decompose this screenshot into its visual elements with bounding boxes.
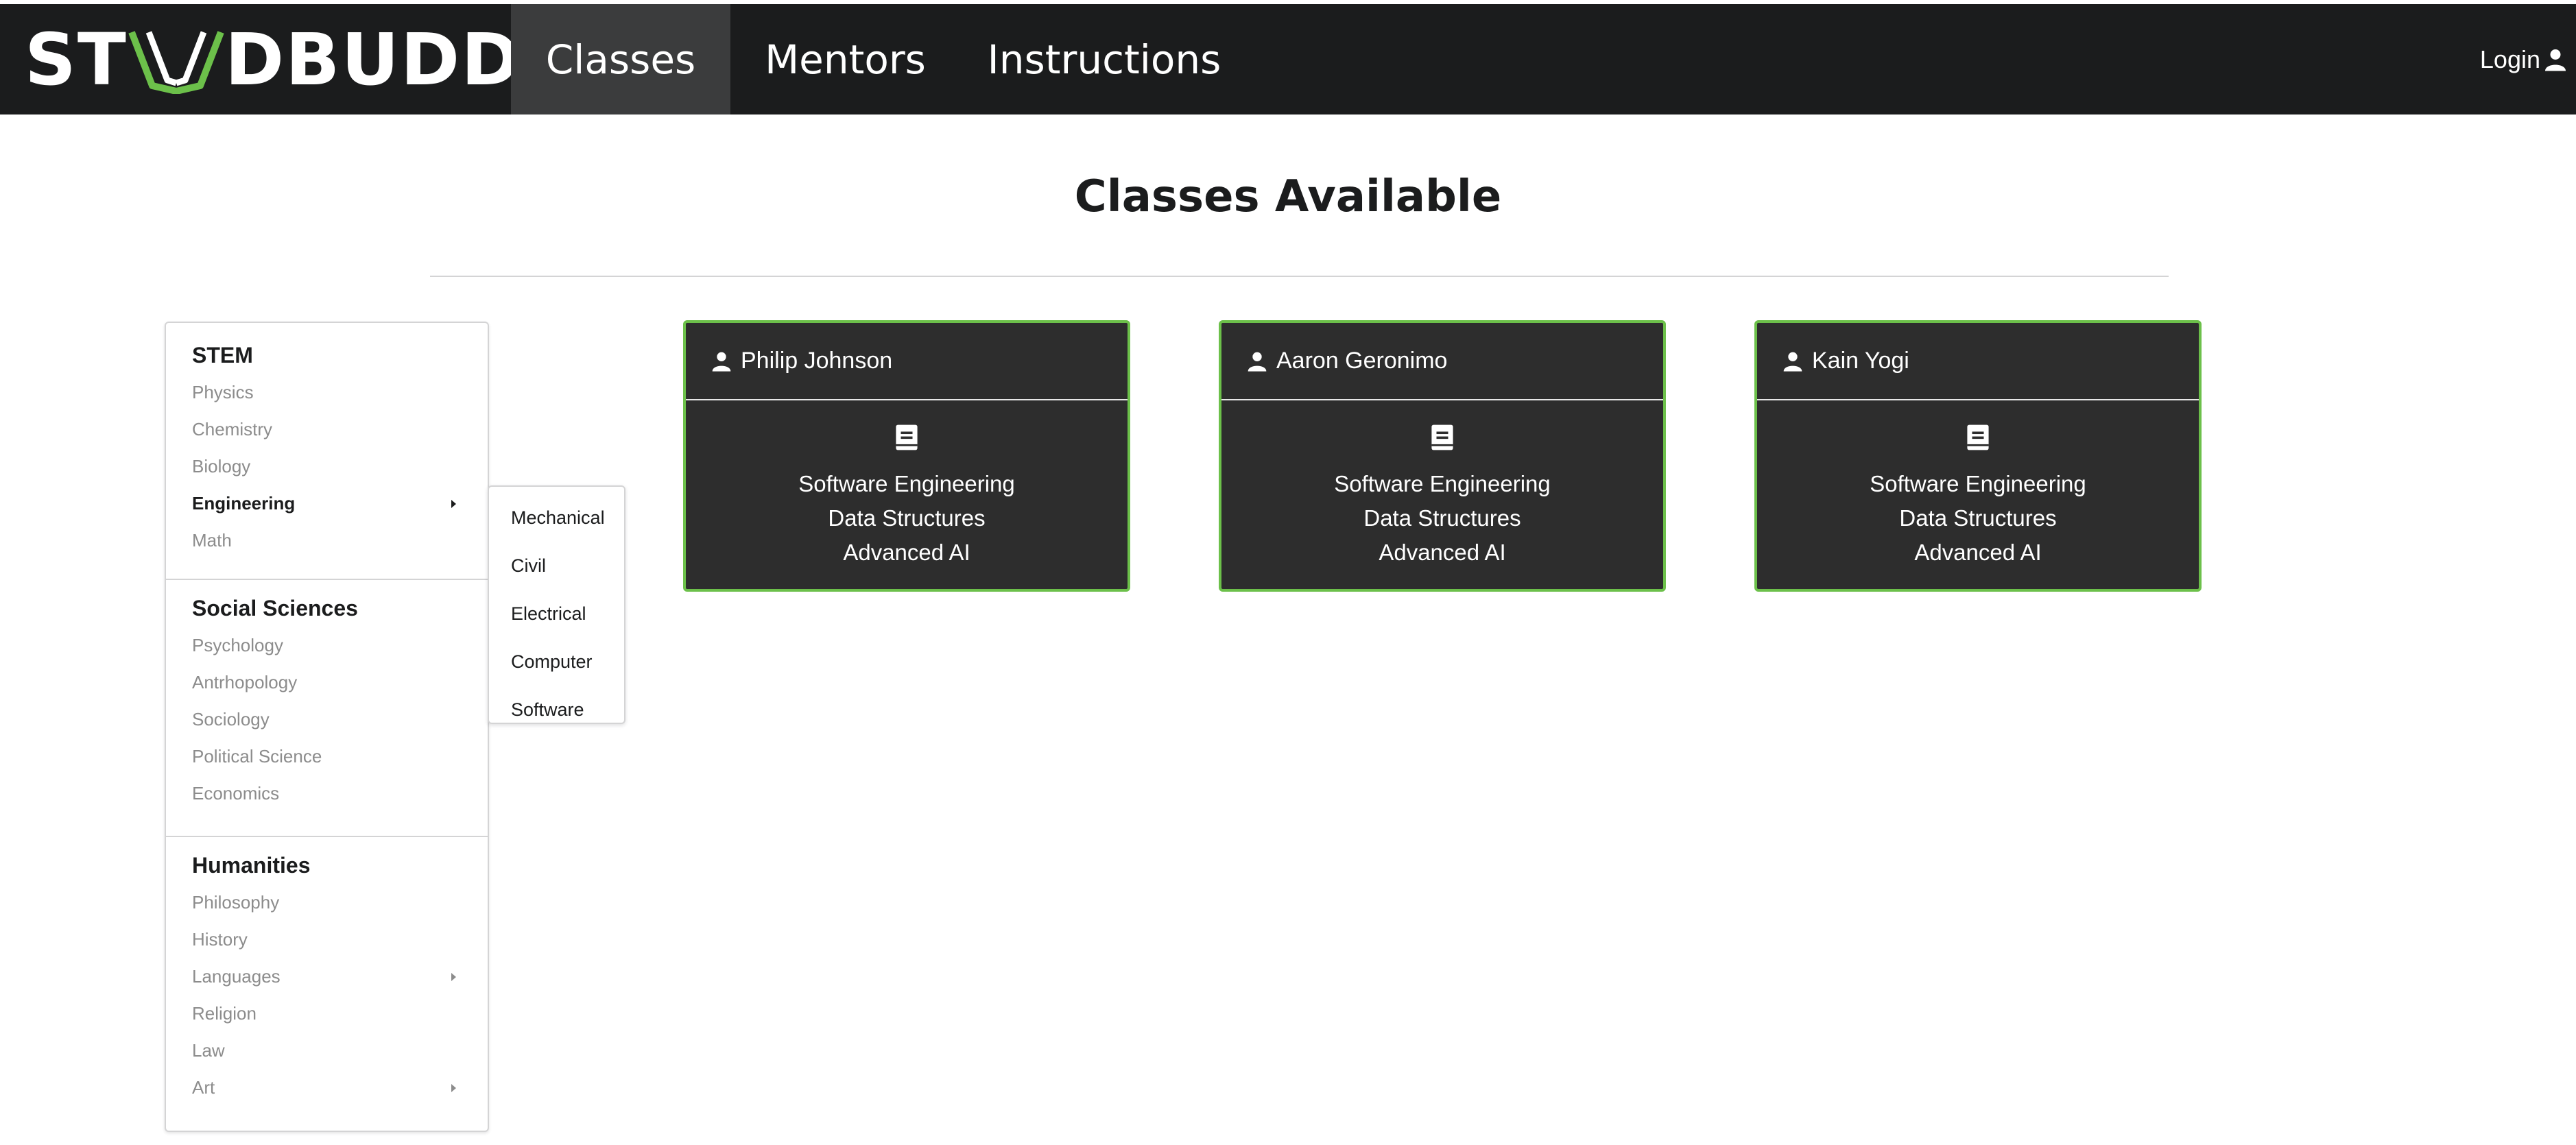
nav-mentors[interactable]: Mentors [737,4,953,114]
sidebar-item-art[interactable]: Art [192,1069,488,1106]
sidebar-item-law[interactable]: Law [192,1032,488,1069]
sidebar-header: STEM [192,343,253,367]
sidebar-item-label: Art [192,1077,215,1098]
course-list: Software Engineering Data Structures Adv… [686,467,1128,570]
submenu-item-mechanical[interactable]: Mechanical [489,494,624,542]
mentor-name: Aaron Geronimo [1276,348,1448,374]
mentor-card[interactable]: Kain Yogi Software Engineering Data Stru… [1754,320,2202,592]
card-body: Software Engineering Data Structures Adv… [1757,400,2199,570]
sidebar-section-stem: STEM Physics Chemistry Biology Engineeri… [166,337,488,559]
sidebar-item-label: Languages [192,966,281,987]
card-header: Kain Yogi [1757,323,2199,400]
book-icon [1431,424,1453,450]
submenu-item-electrical[interactable]: Electrical [489,590,624,638]
mentor-name: Philip Johnson [741,348,893,374]
course-item: Advanced AI [1914,540,2042,565]
course-list: Software Engineering Data Structures Adv… [1221,467,1663,570]
sidebar-item-languages[interactable]: Languages [192,958,488,995]
user-icon [1248,352,1267,372]
page-title: Classes Available [1074,171,1502,222]
submenu-item-software[interactable]: Software [489,686,624,734]
sidebar-item-psychology[interactable]: Psychology [192,627,488,664]
login-label: Login [2479,45,2540,73]
sidebar-item-economics[interactable]: Economics [192,775,488,812]
sidebar-item-label: Engineering [192,493,296,514]
caret-right-icon [451,1084,456,1092]
sidebar-section-humanities: Humanities Philosophy History Languages … [166,836,488,1106]
logo-text-left: ST [25,17,128,101]
sidebar-item-chemistry[interactable]: Chemistry [192,411,488,448]
user-icon [1783,352,1802,372]
course-item: Advanced AI [1379,540,1506,565]
category-sidebar: STEM Physics Chemistry Biology Engineeri… [165,322,489,1132]
logo-text-right: DBUDD [224,17,522,101]
card-header: Philip Johnson [686,323,1128,400]
sidebar-item-anthropology[interactable]: Antrhopology [192,664,488,701]
sidebar-item-political-science[interactable]: Political Science [192,738,488,775]
submenu-item-computer[interactable]: Computer [489,638,624,686]
nav-classes[interactable]: Classes [511,4,730,114]
sidebar-item-physics[interactable]: Physics [192,374,488,411]
mentor-card[interactable]: Philip Johnson Software Engineering Data… [683,320,1130,592]
login-button[interactable]: Login [2480,4,2568,114]
mentor-name: Kain Yogi [1812,348,1909,374]
book-icon [896,424,918,450]
top-navbar: ST DBUDD Classes Mentors Instructions Lo… [0,4,2576,114]
sidebar-item-engineering[interactable]: Engineering [192,485,488,522]
studbudd-logo[interactable]: ST DBUDD [25,23,522,95]
sidebar-item-philosophy[interactable]: Philosophy [192,884,488,921]
header-divider [430,276,2169,277]
sidebar-item-math[interactable]: Math [192,522,488,559]
card-body: Software Engineering Data Structures Adv… [1221,400,1663,570]
caret-right-icon [451,500,456,508]
engineering-submenu: Mechanical Civil Electrical Computer Sof… [488,485,625,724]
nav-instructions[interactable]: Instructions [960,4,1248,114]
sidebar-section-social-sciences: Social Sciences Psychology Antrhopology … [166,579,488,812]
user-icon [2545,49,2566,71]
sidebar-item-sociology[interactable]: Sociology [192,701,488,738]
sidebar-header: Humanities [192,853,311,878]
course-list: Software Engineering Data Structures Adv… [1757,467,2199,570]
course-item: Software Engineering [1870,471,2086,496]
open-book-icon [128,30,224,94]
course-item: Software Engineering [1334,471,1551,496]
sidebar-item-religion[interactable]: Religion [192,995,488,1032]
caret-right-icon [451,973,456,981]
sidebar-item-history[interactable]: History [192,921,488,958]
sidebar-header: Social Sciences [192,596,358,620]
submenu-item-civil[interactable]: Civil [489,542,624,590]
course-item: Data Structures [828,505,986,531]
course-item: Data Structures [1899,505,2057,531]
mentor-card[interactable]: Aaron Geronimo Software Engineering Data… [1219,320,1666,592]
book-icon [1967,424,1989,450]
course-item: Data Structures [1363,505,1521,531]
course-item: Advanced AI [843,540,970,565]
card-header: Aaron Geronimo [1221,323,1663,400]
course-item: Software Engineering [798,471,1015,496]
user-icon [712,352,731,372]
card-body: Software Engineering Data Structures Adv… [686,400,1128,570]
sidebar-item-biology[interactable]: Biology [192,448,488,485]
